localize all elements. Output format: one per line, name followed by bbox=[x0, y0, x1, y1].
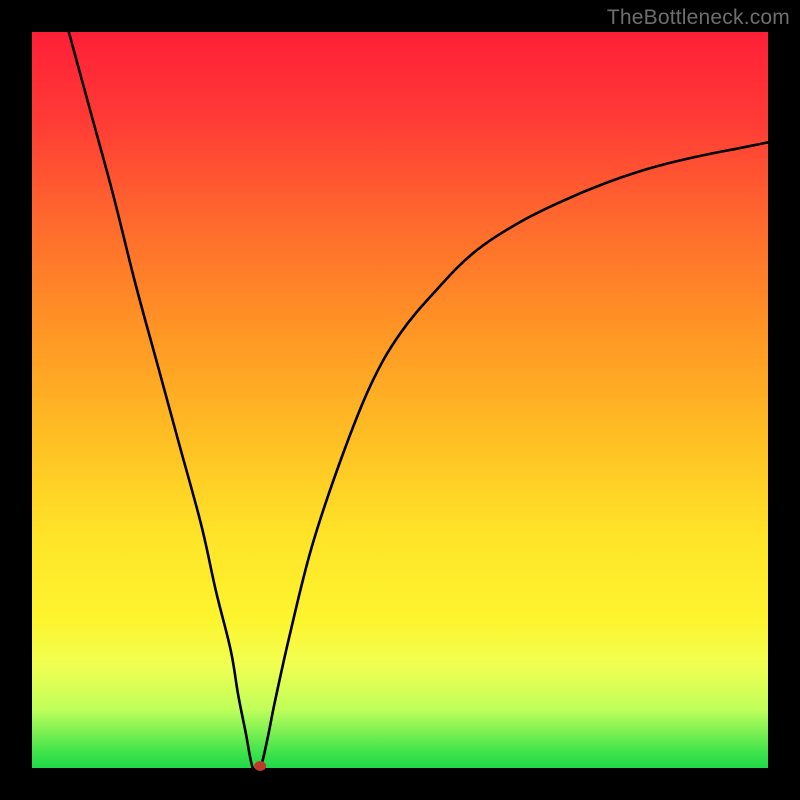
bottleneck-curve bbox=[69, 32, 768, 772]
plot-area bbox=[32, 32, 768, 768]
chart-frame: TheBottleneck.com bbox=[0, 0, 800, 800]
optimum-marker bbox=[254, 761, 266, 771]
watermark-text: TheBottleneck.com bbox=[607, 6, 790, 30]
curve-layer bbox=[32, 32, 768, 768]
